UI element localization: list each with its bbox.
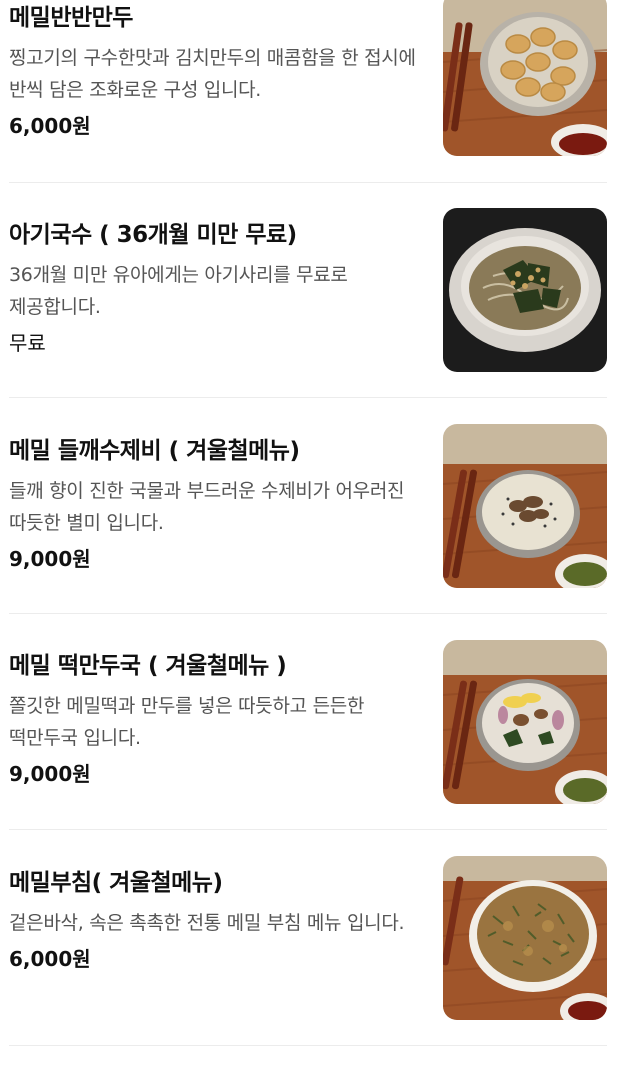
- menu-item-description: 들깨 향이 진한 국물과 부드러운 수제비가 어우러진 따듯한 별미 입니다.: [9, 480, 405, 534]
- menu-item-text: 메밀 들깨수제비 ( 겨울철메뉴) 들깨 향이 진한 국물과 부드러운 수제비가…: [9, 436, 424, 574]
- divider: [9, 829, 607, 830]
- menu-item-text: 메밀부침( 겨울철메뉴) 겉은바삭, 속은 촉촉한 전통 메밀 부침 메뉴 입니…: [9, 868, 424, 974]
- buckwheat-pancake-illustration: [443, 856, 607, 1020]
- menu-list: 메밀반반만두 찡고기의 구수한맛과 김치만두의 매콤함을 한 접시에 반씩 담은…: [0, 0, 631, 1059]
- dumpling-plate-illustration: [443, 0, 607, 156]
- rice-cake-dumpling-soup-photo: [443, 640, 607, 804]
- menu-item-description: 36개월 미만 유아에게는 아기사리를 무료로 제공합니다.: [9, 264, 348, 318]
- menu-item-baby-noodles[interactable]: 아기국수 ( 36개월 미만 무료) 36개월 미만 유아에게는 아기사리를 무…: [0, 208, 631, 432]
- menu-item-name: 메밀부침( 겨울철메뉴): [9, 870, 223, 896]
- menu-item-name: 메밀 들깨수제비 ( 겨울철메뉴): [9, 438, 300, 464]
- buckwheat-pancake-photo: [443, 856, 607, 1020]
- perilla-sujebi-photo: [443, 424, 607, 588]
- menu-item-buckwheat-half-dumplings[interactable]: 메밀반반만두 찡고기의 구수한맛과 김치만두의 매콤함을 한 접시에 반씩 담은…: [0, 0, 631, 216]
- menu-item-price: 9,000원: [9, 762, 91, 786]
- menu-item-name: 메밀 떡만두국 ( 겨울철메뉴 ): [9, 653, 287, 679]
- menu-item-name: 아기국수 ( 36개월 미만 무료): [9, 222, 297, 248]
- divider: [9, 397, 607, 398]
- menu-item-price: 무료: [9, 331, 46, 355]
- menu-item-description: 찡고기의 구수한맛과 김치만두의 매콤함을 한 접시에 반씩 담은 조화로운 구…: [9, 47, 416, 101]
- baby-noodle-bowl-illustration: [443, 208, 607, 372]
- menu-item-description: 겉은바삭, 속은 촉촉한 전통 메밀 부침 메뉴 입니다.: [9, 912, 405, 934]
- menu-item-price: 9,000원: [9, 547, 91, 571]
- perilla-sujebi-illustration: [443, 424, 607, 588]
- menu-item-text: 메밀 떡만두국 ( 겨울철메뉴 ) 쫄깃한 메밀떡과 만두를 넣은 따듯하고 든…: [9, 651, 424, 789]
- menu-item-perilla-sujebi[interactable]: 메밀 들깨수제비 ( 겨울철메뉴) 들깨 향이 진한 국물과 부드러운 수제비가…: [0, 424, 631, 648]
- baby-noodle-bowl-photo: [443, 208, 607, 372]
- divider: [9, 1045, 607, 1046]
- menu-item-price: 6,000원: [9, 114, 91, 138]
- menu-item-buckwheat-pancake[interactable]: 메밀부침( 겨울철메뉴) 겉은바삭, 속은 촉촉한 전통 메밀 부침 메뉴 입니…: [0, 856, 631, 1080]
- menu-item-name: 메밀반반만두: [9, 5, 133, 31]
- menu-item-price: 6,000원: [9, 947, 91, 971]
- rice-cake-dumpling-soup-illustration: [443, 640, 607, 804]
- menu-item-rice-cake-dumpling-soup[interactable]: 메밀 떡만두국 ( 겨울철메뉴 ) 쫄깃한 메밀떡과 만두를 넣은 따듯하고 든…: [0, 640, 631, 864]
- divider: [9, 613, 607, 614]
- menu-item-description: 쫄깃한 메밀떡과 만두를 넣은 따듯하고 든든한 떡만두국 입니다.: [9, 695, 365, 749]
- dumpling-plate-photo: [443, 0, 607, 156]
- menu-item-text: 메밀반반만두 찡고기의 구수한맛과 김치만두의 매콤함을 한 접시에 반씩 담은…: [9, 3, 424, 141]
- divider: [9, 182, 607, 183]
- menu-item-text: 아기국수 ( 36개월 미만 무료) 36개월 미만 유아에게는 아기사리를 무…: [9, 220, 424, 358]
